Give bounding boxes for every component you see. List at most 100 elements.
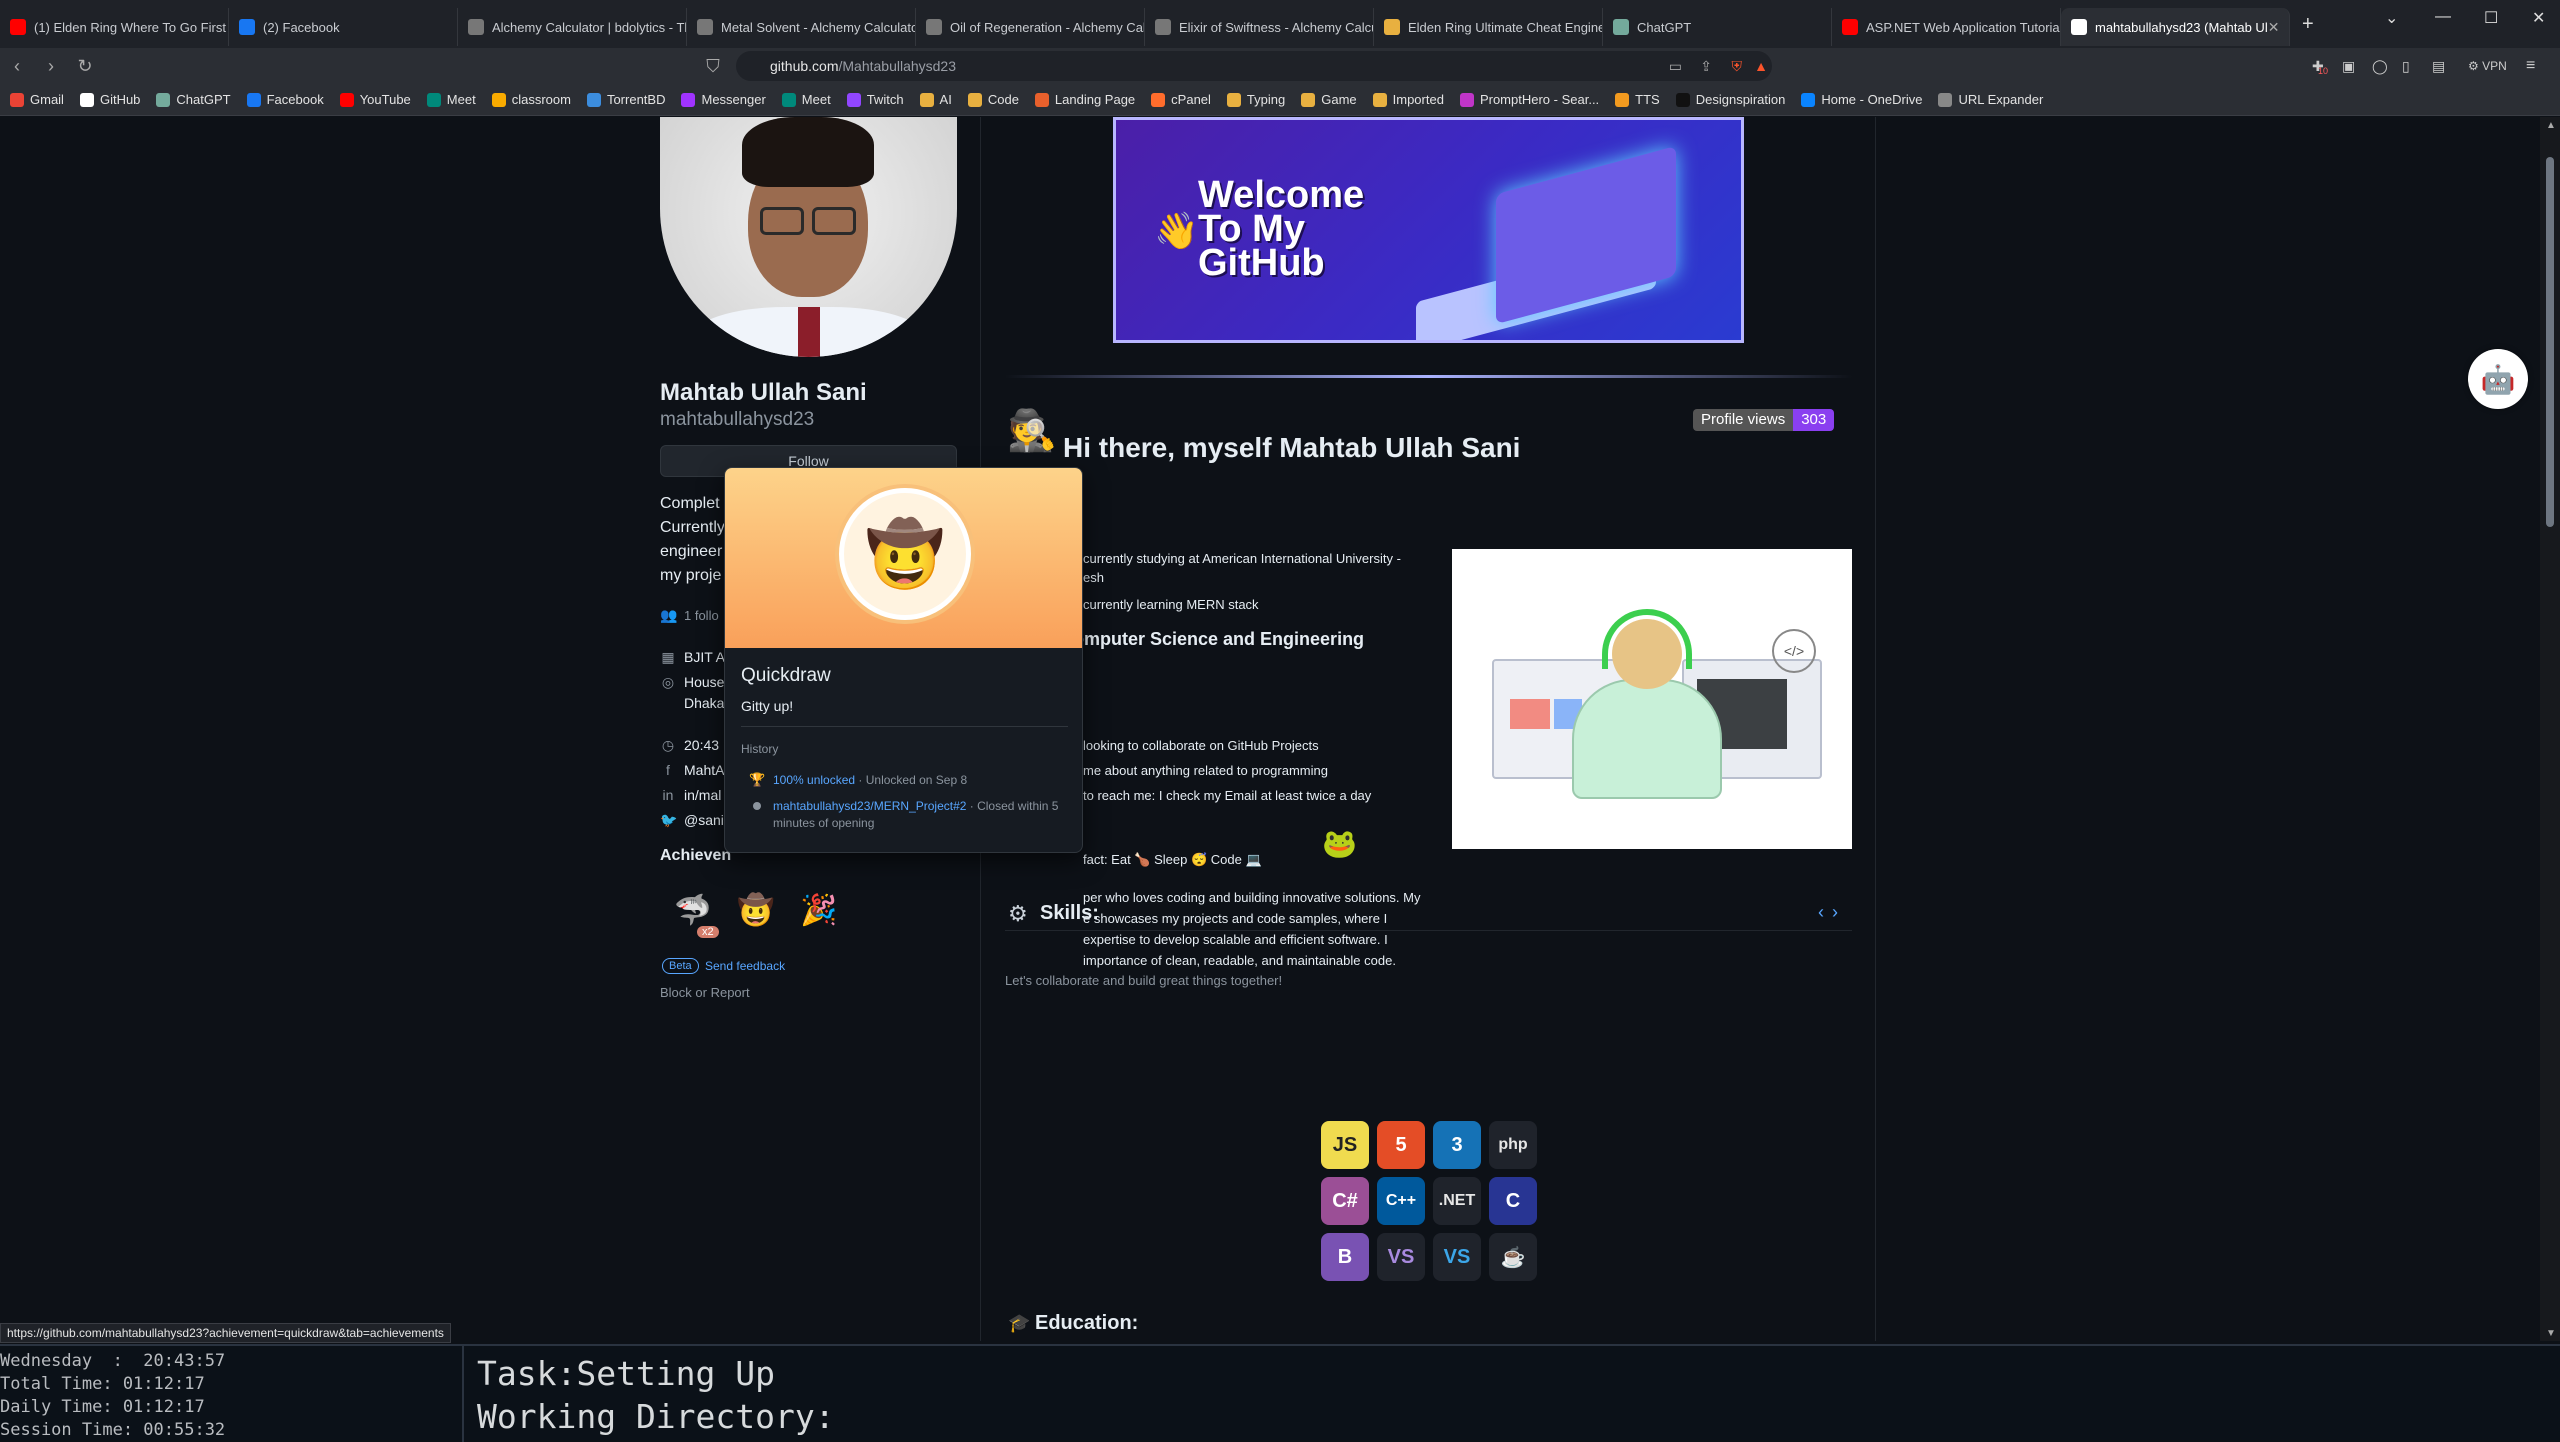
gear-icon: ⚙: [1008, 901, 1028, 926]
browser-tab[interactable]: (2) Facebook: [229, 8, 458, 46]
block-report-link[interactable]: Block or Report: [660, 985, 750, 1000]
send-feedback-link[interactable]: Send feedback: [705, 959, 785, 973]
chatbot-icon[interactable]: 🤖: [2468, 349, 2528, 409]
bookmark-item[interactable]: classroom: [491, 92, 571, 107]
browser-tab[interactable]: Metal Solvent - Alchemy Calculato: [687, 8, 916, 46]
extension-2-icon[interactable]: ▣: [2342, 58, 2355, 75]
meta-twitter[interactable]: 🐦 @sani: [660, 812, 724, 828]
share-icon[interactable]: ⇪: [1700, 58, 1712, 75]
bookmark-item[interactable]: TTS: [1615, 92, 1660, 107]
bookmark-item[interactable]: Landing Page: [1034, 92, 1135, 107]
scrollbar-thumb[interactable]: [2546, 157, 2554, 527]
bookmark-label: Home - OneDrive: [1821, 92, 1923, 107]
bookmark-item[interactable]: Designspiration: [1675, 92, 1786, 107]
list-item: currently learning MERN stack: [1083, 597, 1259, 612]
bookmark-item[interactable]: Home - OneDrive: [1801, 92, 1922, 107]
bdolytics-icon: [1155, 19, 1171, 35]
bookmark-item[interactable]: YouTube: [339, 92, 411, 107]
browser-tab[interactable]: (1) Elden Ring Where To Go First |: [0, 8, 229, 46]
bookmark-label: Designspiration: [1695, 92, 1786, 107]
meta-location-cont: Dhaka: [660, 695, 724, 711]
bookmark-favicon-icon: [426, 92, 441, 107]
browser-tab[interactable]: Oil of Regeneration - Alchemy Cal: [916, 8, 1145, 46]
profile-login: mahtabullahysd23: [660, 409, 815, 430]
tab-search-icon[interactable]: ⌄: [2385, 8, 2398, 28]
list-item: me about anything related to programming: [1083, 763, 1328, 778]
bookmark-item[interactable]: Twitch: [846, 92, 904, 107]
browser-tab[interactable]: Alchemy Calculator | bdolytics - Th: [458, 8, 687, 46]
greeting-heading: Hi there, myself Mahtab Ullah Sani: [1063, 432, 1521, 463]
education-heading: Education:: [1035, 1312, 1139, 1334]
bookmark-label: Game: [1321, 92, 1357, 107]
bookmark-item[interactable]: PromptHero - Sear...: [1459, 92, 1599, 107]
bookmark-item[interactable]: Typing: [1226, 92, 1285, 107]
bookmark-item[interactable]: GitHub: [79, 92, 140, 107]
notification-count: 10: [2318, 66, 2329, 76]
quickdraw-icon: 🤠: [737, 893, 775, 927]
browser-tab[interactable]: Elden Ring Ultimate Cheat Engine: [1374, 8, 1603, 46]
bookmark-item[interactable]: Meet: [781, 92, 831, 107]
cast-icon[interactable]: ▭: [1669, 58, 1682, 75]
reload-icon[interactable]: ↻: [68, 56, 102, 77]
back-icon[interactable]: ‹: [0, 56, 34, 77]
cheat-engine-icon: [1384, 19, 1400, 35]
bookmark-item[interactable]: Meet: [426, 92, 476, 107]
bookmark-item[interactable]: URL Expander: [1938, 92, 2043, 107]
new-tab-button[interactable]: +: [2302, 13, 2314, 36]
history-link[interactable]: mahtabullahysd23/MERN_Project#2: [773, 799, 966, 813]
para-line: importance of clean, readable, and maint…: [1083, 953, 1396, 968]
scroll-up-icon[interactable]: ▲: [2546, 120, 2556, 131]
chat-icon[interactable]: ◯: [2372, 58, 2388, 75]
bookmark-favicon-icon: [339, 92, 354, 107]
scroll-down-icon[interactable]: ▼: [2546, 1328, 2556, 1339]
close-tab-icon[interactable]: ✕: [2268, 19, 2280, 36]
clock-icon: ◷: [661, 737, 675, 753]
skill-icon: VS: [1433, 1233, 1481, 1281]
vpn-button[interactable]: ⚙ VPN: [2468, 59, 2507, 73]
bookmark-item[interactable]: AI: [919, 92, 952, 107]
tab-title: (2) Facebook: [263, 19, 340, 35]
tab-title: mahtabullahysd23 (Mahtab Ul: [2095, 19, 2268, 35]
browser-tab[interactable]: Elixir of Swiftness - Alchemy Calcul: [1145, 8, 1374, 46]
browser-tab[interactable]: ASP.NET Web Application Tutorial: [1832, 8, 2061, 46]
sidebar-icon[interactable]: ▯: [2402, 58, 2410, 75]
skills-heading: Skills:: [1040, 902, 1099, 924]
bookmark-item[interactable]: Messenger: [681, 92, 766, 107]
minimize-button[interactable]: —: [2435, 8, 2451, 26]
skills-carousel-arrows[interactable]: ‹›: [1818, 902, 1846, 923]
terminal-line: Total Time: 01:12:17: [0, 1374, 205, 1394]
toolbar: ‹ › ↻ ⛉ github.com/Mahtabullahysd23 ▭ ⇪ …: [0, 48, 2560, 84]
url-host: github.com: [770, 58, 839, 74]
wallet-icon[interactable]: ▤: [2432, 58, 2445, 75]
forward-icon[interactable]: ›: [34, 56, 68, 77]
terminal-line: Wednesday : 20:43:57: [0, 1351, 226, 1371]
bookmark-item[interactable]: cPanel: [1151, 92, 1211, 107]
meta-time: ◷ 20:43: [660, 737, 719, 753]
maximize-button[interactable]: ☐: [2484, 8, 2498, 28]
skill-icon: ☕: [1489, 1233, 1537, 1281]
yolo-badge[interactable]: 🎉: [788, 879, 850, 941]
bookmark-item[interactable]: Imported: [1372, 92, 1444, 107]
meta-facebook[interactable]: f MahtA: [660, 762, 724, 778]
bookmark-item[interactable]: Game: [1301, 92, 1357, 107]
page-scrollbar[interactable]: [2540, 117, 2560, 1341]
avatar[interactable]: [660, 117, 957, 357]
meta-linkedin[interactable]: in in/mal: [660, 787, 722, 803]
skill-icon: .NET: [1433, 1177, 1481, 1225]
bookmark-icon[interactable]: ⛉: [696, 56, 730, 77]
close-window-button[interactable]: ✕: [2532, 8, 2545, 28]
history-link[interactable]: 100% unlocked: [773, 773, 855, 787]
bookmark-item[interactable]: Code: [967, 92, 1019, 107]
brave-rewards-icon[interactable]: ▲: [1754, 58, 1768, 74]
browser-tab[interactable]: ChatGPT: [1603, 8, 1832, 46]
followers-link[interactable]: 👥 1 follo: [660, 607, 719, 623]
brave-shield-icon[interactable]: ⛨: [1732, 58, 1743, 75]
bookmark-item[interactable]: TorrentBD: [586, 92, 665, 107]
address-bar[interactable]: github.com/Mahtabullahysd23 ▭ ⇪ ⛨ ▲: [736, 51, 1772, 81]
bookmark-item[interactable]: ChatGPT: [156, 92, 231, 107]
browser-tab[interactable]: mahtabullahysd23 (Mahtab Ul ✕: [2061, 8, 2290, 46]
bookmark-item[interactable]: Facebook: [246, 92, 324, 107]
quickdraw-badge[interactable]: 🤠: [725, 879, 787, 941]
menu-icon[interactable]: ≡: [2526, 57, 2535, 75]
bookmark-item[interactable]: Gmail: [10, 92, 64, 107]
